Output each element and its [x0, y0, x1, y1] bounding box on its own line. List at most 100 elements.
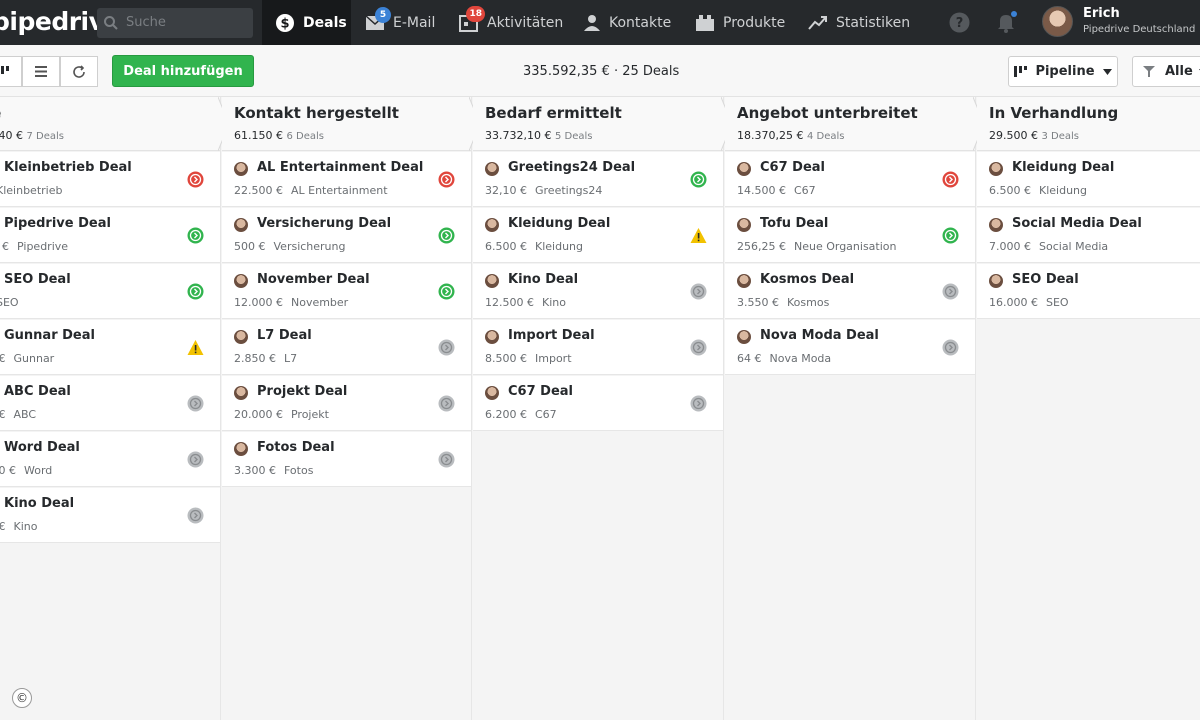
deal-title[interactable]: Kino Deal	[508, 272, 578, 287]
deal-card[interactable]: Kino Deal 12.500 € Kino	[473, 264, 723, 319]
deal-details: 20.000 € Projekt	[234, 408, 329, 421]
deal-title[interactable]: Fotos Deal	[257, 440, 335, 455]
deal-card[interactable]: Nova Moda Deal 64 € Nova Moda	[725, 320, 975, 375]
no-activity-icon[interactable]	[690, 395, 707, 412]
no-activity-icon[interactable]	[942, 283, 959, 300]
no-activity-icon[interactable]	[187, 507, 204, 524]
deal-card[interactable]: Import Deal 8.500 € Import	[473, 320, 723, 375]
deal-card[interactable]: Kleidung Deal 6.500 € Kleidung	[473, 208, 723, 263]
deal-card[interactable]: Word Deal .000 € Word	[0, 432, 220, 487]
deal-title[interactable]: Gunnar Deal	[4, 328, 95, 343]
deal-title[interactable]: Pipedrive Deal	[4, 216, 111, 231]
deal-details: 3.550 € Kosmos	[737, 296, 829, 309]
toolbar: Deal hinzufügen 335.592,35 € · 25 Deals …	[0, 45, 1200, 97]
deal-card[interactable]: ABC Deal 50 € ABC	[0, 376, 220, 431]
deal-title[interactable]: Projekt Deal	[257, 384, 347, 399]
warning-icon[interactable]	[187, 339, 204, 356]
deal-title[interactable]: Kosmos Deal	[760, 272, 854, 287]
deal-title[interactable]: Nova Moda Deal	[760, 328, 879, 343]
deal-title[interactable]: C67 Deal	[508, 384, 573, 399]
deal-card[interactable]: Pipedrive Deal ,20 € Pipedrive	[0, 208, 220, 263]
deal-title[interactable]: Versicherung Deal	[257, 216, 391, 231]
list-view-button[interactable]	[22, 56, 60, 87]
contact-avatar	[234, 330, 248, 344]
deal-card[interactable]: Kosmos Deal 3.550 € Kosmos	[725, 264, 975, 319]
search-box[interactable]: Suche	[97, 8, 253, 38]
deal-card[interactable]: Kleidung Deal 6.500 € Kleidung	[977, 152, 1200, 207]
deal-title[interactable]: Social Media Deal	[1012, 216, 1142, 231]
scheduled-activity-icon[interactable]	[438, 283, 455, 300]
nav-contacts[interactable]: Kontakte	[583, 0, 671, 45]
nav-statistics[interactable]: Statistiken	[808, 0, 910, 45]
no-activity-icon[interactable]	[438, 339, 455, 356]
deal-title[interactable]: Import Deal	[508, 328, 595, 343]
deal-title[interactable]: Kino Deal	[4, 496, 74, 511]
nav-email[interactable]: 5 E-Mail	[365, 0, 435, 45]
deal-card[interactable]: C67 Deal 6.200 € C67	[473, 376, 723, 431]
deal-title[interactable]: Word Deal	[4, 440, 80, 455]
deal-card[interactable]: Tofu Deal 256,25 € Neue Organisation	[725, 208, 975, 263]
no-activity-icon[interactable]	[187, 395, 204, 412]
user-name[interactable]: Erich	[1083, 6, 1120, 21]
forecast-view-button[interactable]	[60, 56, 98, 87]
deal-value: 12.000 €	[234, 296, 283, 309]
deal-card[interactable]: C67 Deal 14.500 € C67	[725, 152, 975, 207]
filter-select[interactable]: Alle	[1132, 56, 1200, 87]
deal-card[interactable]: Gunnar Deal 00 € Gunnar	[0, 320, 220, 375]
deal-details: 7.000 € Social Media	[989, 240, 1108, 253]
no-activity-icon[interactable]	[690, 339, 707, 356]
nav-activities[interactable]: 18 Aktivitäten	[459, 0, 563, 45]
deal-card[interactable]: Kino Deal 00 € Kino	[0, 488, 220, 543]
deal-card[interactable]: Social Media Deal 7.000 € Social Media	[977, 208, 1200, 263]
deal-title[interactable]: C67 Deal	[760, 160, 825, 175]
deal-title[interactable]: Kleidung Deal	[1012, 160, 1114, 175]
help-icon[interactable]: ?	[949, 12, 970, 33]
deal-details: 00 € Gunnar	[0, 352, 54, 365]
mail-badge: 5	[375, 6, 391, 23]
deal-value: ,20 €	[0, 240, 9, 253]
scheduled-activity-icon[interactable]	[690, 171, 707, 188]
deal-title[interactable]: AL Entertainment Deal	[257, 160, 423, 175]
deal-title[interactable]: Kleidung Deal	[508, 216, 610, 231]
deal-title[interactable]: ABC Deal	[4, 384, 71, 399]
deal-title[interactable]: SEO Deal	[4, 272, 71, 287]
deal-card[interactable]: SEO Deal €SEO	[0, 264, 220, 319]
deal-card[interactable]: Fotos Deal 3.300 € Fotos	[222, 432, 471, 487]
nav-deals[interactable]: $ Deals	[262, 0, 351, 45]
deal-card[interactable]: November Deal 12.000 € November	[222, 264, 471, 319]
deal-card[interactable]: SEO Deal 16.000 € SEO	[977, 264, 1200, 319]
no-activity-icon[interactable]	[187, 451, 204, 468]
pipeline-view-button[interactable]	[0, 56, 22, 87]
no-activity-icon[interactable]	[690, 283, 707, 300]
no-activity-icon[interactable]	[438, 451, 455, 468]
scheduled-activity-icon[interactable]	[187, 283, 204, 300]
add-deal-button[interactable]: Deal hinzufügen	[112, 55, 254, 87]
deal-title[interactable]: L7 Deal	[257, 328, 312, 343]
scheduled-activity-icon[interactable]	[942, 227, 959, 244]
scheduled-activity-icon[interactable]	[187, 227, 204, 244]
user-avatar[interactable]	[1042, 6, 1073, 37]
warning-icon[interactable]	[690, 227, 707, 244]
deal-title[interactable]: Tofu Deal	[760, 216, 828, 231]
deal-organization: Greetings24	[535, 184, 603, 197]
deal-value: 6.500 €	[989, 184, 1031, 197]
deal-title[interactable]: Kleinbetrieb Deal	[4, 160, 132, 175]
deal-title[interactable]: SEO Deal	[1012, 272, 1079, 287]
deal-card[interactable]: AL Entertainment Deal 22.500 € AL Entertai…	[222, 152, 471, 207]
overdue-activity-icon[interactable]	[187, 171, 204, 188]
stage-summary: 18.370,25 € 4 Deals	[737, 129, 845, 142]
deal-card[interactable]: Versicherung Deal 500 € Versicherung	[222, 208, 471, 263]
overdue-activity-icon[interactable]	[438, 171, 455, 188]
deal-card[interactable]: Projekt Deal 20.000 € Projekt	[222, 376, 471, 431]
no-activity-icon[interactable]	[438, 395, 455, 412]
deal-card[interactable]: Kleinbetrieb Deal €Kleinbetrieb	[0, 152, 220, 207]
pipeline-select[interactable]: Pipeline	[1008, 56, 1118, 87]
overdue-activity-icon[interactable]	[942, 171, 959, 188]
deal-title[interactable]: Greetings24 Deal	[508, 160, 635, 175]
no-activity-icon[interactable]	[942, 339, 959, 356]
deal-card[interactable]: Greetings24 Deal 32,10 € Greetings24	[473, 152, 723, 207]
nav-products[interactable]: Produkte	[695, 0, 785, 45]
deal-card[interactable]: L7 Deal 2.850 € L7	[222, 320, 471, 375]
deal-title[interactable]: November Deal	[257, 272, 370, 287]
scheduled-activity-icon[interactable]	[438, 227, 455, 244]
